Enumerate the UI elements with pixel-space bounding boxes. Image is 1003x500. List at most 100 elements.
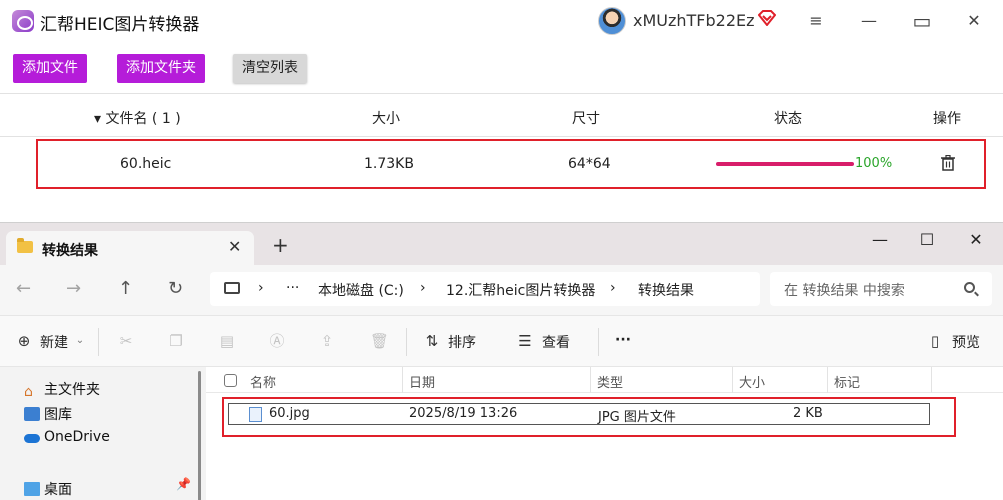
delete-trash-icon[interactable] <box>941 155 955 171</box>
new-tab-button[interactable]: + <box>272 235 289 255</box>
add-file-button[interactable]: 添加文件 <box>13 54 87 83</box>
copy-icon[interactable]: ❐ <box>168 333 184 349</box>
file-size: 2 KB <box>793 406 823 421</box>
column-divider[interactable] <box>402 367 403 393</box>
file-list-header: 名称 日期 类型 大小 标记 <box>206 367 1003 393</box>
user-avatar[interactable] <box>598 7 626 35</box>
column-divider[interactable] <box>931 367 932 393</box>
select-all-checkbox[interactable] <box>224 374 237 387</box>
file-explorer-window: 转换结果 ✕ + — ☐ ✕ ← → ↑ ↻ › ··· 本地磁盘 (C:) ›… <box>0 222 1003 500</box>
up-arrow-icon[interactable]: ↑ <box>118 278 133 299</box>
navigation-pane: ⌂ 主文件夹 图库 OneDrive 桌面 📌 <box>0 367 204 500</box>
new-button[interactable]: 新建 <box>40 332 68 352</box>
tab-conversion-result[interactable]: 转换结果 ✕ <box>6 231 254 265</box>
file-row-focus: 60.jpg 2025/8/19 13:26 JPG 图片文件 2 KB <box>228 403 930 425</box>
column-name[interactable]: 名称 <box>250 372 276 391</box>
preview-button[interactable]: 预览 <box>952 332 980 352</box>
divider <box>98 328 99 356</box>
search-placeholder: 在 转换结果 中搜索 <box>784 283 905 299</box>
breadcrumb-more[interactable]: ··· <box>286 280 299 296</box>
file-list-pane: 名称 日期 类型 大小 标记 60.jpg 2025/8/19 13:26 JP… <box>206 367 1003 500</box>
breadcrumb-folder[interactable]: 12.汇帮heic图片转换器 <box>446 280 595 300</box>
delete-icon[interactable]: 🗑 <box>370 333 389 349</box>
breadcrumb-drive[interactable]: 本地磁盘 (C:) <box>318 280 404 300</box>
breadcrumb-current[interactable]: 转换结果 <box>638 280 694 300</box>
tab-close-icon[interactable]: ✕ <box>228 237 241 256</box>
table-row[interactable]: 60.heic 1.73KB 64*64 100% <box>36 139 986 189</box>
sidebar-item-label: OneDrive <box>44 429 110 445</box>
column-size: 大小 <box>372 111 400 127</box>
divider <box>406 328 407 356</box>
file-name: 60.jpg <box>269 406 310 421</box>
file-size: 1.73KB <box>364 156 414 172</box>
share-icon[interactable]: ⇪ <box>319 333 335 349</box>
view-icon[interactable]: ☰ <box>517 333 533 349</box>
column-date[interactable]: 日期 <box>409 372 435 391</box>
progress-bar <box>716 162 854 166</box>
username-label[interactable]: xMUzhTFb22Ez <box>633 11 755 30</box>
more-options-icon[interactable]: ··· <box>615 332 631 348</box>
explorer-minimize-button[interactable]: — <box>868 228 892 252</box>
vip-diamond-icon[interactable] <box>758 10 776 26</box>
pin-icon[interactable]: 📌 <box>176 477 191 491</box>
maximize-button[interactable]: ▭ <box>910 9 934 33</box>
file-name: 60.heic <box>120 156 172 172</box>
sidebar-item-label: 桌面 <box>44 482 72 498</box>
sidebar-item-gallery[interactable]: 图库 <box>24 404 72 424</box>
onedrive-icon <box>24 434 40 443</box>
chevron-down-icon[interactable]: ⌄ <box>72 333 88 349</box>
file-dimensions: 64*64 <box>568 156 611 172</box>
list-item[interactable]: 60.jpg 2025/8/19 13:26 JPG 图片文件 2 KB <box>222 397 956 437</box>
refresh-icon[interactable]: ↻ <box>168 278 183 299</box>
sort-icon[interactable]: ⇅ <box>424 333 440 349</box>
home-icon: ⌂ <box>24 384 33 400</box>
sort-button[interactable]: 排序 <box>448 332 476 352</box>
address-bar[interactable]: › ··· 本地磁盘 (C:) › 12.汇帮heic图片转换器 › 转换结果 <box>210 272 760 306</box>
column-type[interactable]: 类型 <box>597 372 623 391</box>
sidebar-item-label: 图库 <box>44 407 72 423</box>
explorer-maximize-button[interactable]: ☐ <box>915 228 939 252</box>
breadcrumb-separator: › <box>610 280 616 296</box>
column-tags[interactable]: 标记 <box>834 372 860 391</box>
sidebar-item-desktop[interactable]: 桌面 <box>24 479 72 499</box>
sidebar-item-label: 主文件夹 <box>44 382 100 398</box>
view-button[interactable]: 查看 <box>542 332 570 352</box>
column-divider[interactable] <box>590 367 591 393</box>
tab-label: 转换结果 <box>42 243 98 259</box>
column-divider[interactable] <box>827 367 828 393</box>
forward-arrow-icon[interactable]: → <box>66 278 81 299</box>
sidebar-item-onedrive[interactable]: OneDrive <box>24 429 110 445</box>
cut-icon[interactable]: ✂ <box>118 333 134 349</box>
minimize-button[interactable]: — <box>857 9 881 33</box>
desktop-icon <box>24 482 40 496</box>
preview-pane-icon[interactable]: ▯ <box>927 333 943 349</box>
clear-list-button[interactable]: 清空列表 <box>233 54 307 83</box>
jpg-file-icon <box>249 407 262 422</box>
app-title: 汇帮HEIC图片转换器 <box>40 15 200 35</box>
paste-icon[interactable]: ▤ <box>219 333 235 349</box>
column-dimensions: 尺寸 <box>572 111 600 127</box>
rename-icon[interactable]: Ⓐ <box>269 333 285 349</box>
sidebar-item-home[interactable]: ⌂ 主文件夹 <box>24 379 100 400</box>
column-size[interactable]: 大小 <box>739 372 765 391</box>
explorer-close-button[interactable]: ✕ <box>964 228 988 252</box>
breadcrumb-separator: › <box>258 280 264 296</box>
app-logo-icon <box>12 10 34 32</box>
add-folder-button[interactable]: 添加文件夹 <box>117 54 205 83</box>
search-input[interactable]: 在 转换结果 中搜索 <box>770 272 992 306</box>
progress-percent: 100% <box>855 156 893 171</box>
sidebar-scrollbar[interactable] <box>198 371 201 500</box>
column-filename[interactable]: ▾ 文件名 ( 1 ) <box>94 108 181 128</box>
column-divider[interactable] <box>732 367 733 393</box>
back-arrow-icon[interactable]: ← <box>16 278 31 299</box>
command-bar: ⊕ 新建 ⌄ ✂ ❐ ▤ Ⓐ ⇪ 🗑 ⇅ 排序 ☰ 查看 ··· ▯ 预览 <box>0 315 1003 367</box>
folder-icon <box>17 238 33 253</box>
new-plus-icon[interactable]: ⊕ <box>16 333 32 349</box>
search-icon[interactable] <box>964 282 975 293</box>
app-toolbar: 添加文件 添加文件夹 清空列表 <box>0 42 1003 94</box>
menu-icon[interactable]: ≡ <box>804 9 828 33</box>
gallery-icon <box>24 407 40 421</box>
close-button[interactable]: ✕ <box>962 9 986 33</box>
file-date: 2025/8/19 13:26 <box>409 406 518 421</box>
column-status: 状态 <box>774 111 802 127</box>
